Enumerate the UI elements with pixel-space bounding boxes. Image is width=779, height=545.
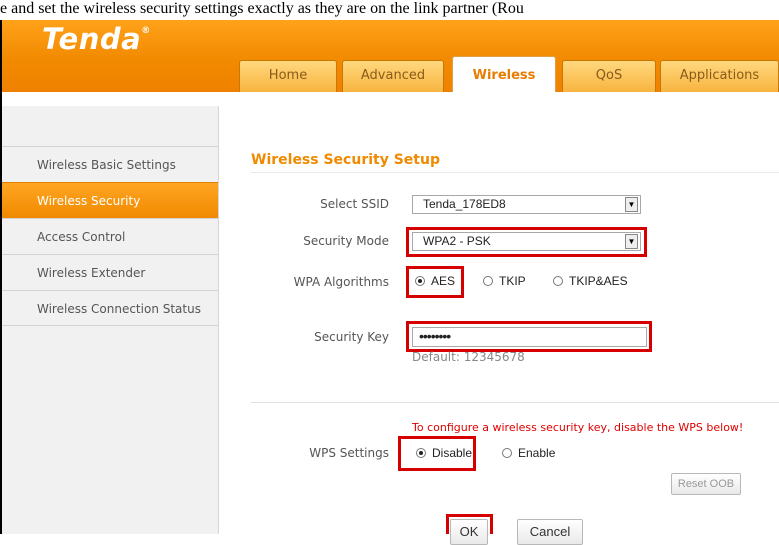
radio-wps-disable[interactable]: Disable [416, 446, 472, 460]
security-key-default: Default: 12345678 [412, 350, 525, 364]
sidebar: Wireless Basic Settings Wireless Securit… [2, 106, 219, 534]
radio-unchecked-icon [502, 448, 512, 458]
radio-tkip[interactable]: TKIP [483, 274, 526, 288]
ssid-select-value: Tenda_178ED8 [423, 197, 506, 211]
header-spacer [2, 92, 779, 106]
security-mode-value: WPA2 - PSK [423, 234, 491, 248]
dropdown-arrow-icon: ▼ [625, 234, 638, 249]
tab-wireless[interactable]: Wireless [452, 56, 556, 92]
page-title: Wireless Security Setup [251, 152, 440, 168]
radio-tkip-aes[interactable]: TKIP&AES [553, 274, 628, 288]
sidebar-item-wireless-security[interactable]: Wireless Security [2, 182, 218, 218]
document-caption: e and set the wireless security settings… [0, 0, 524, 17]
radio-wps-enable[interactable]: Enable [502, 446, 555, 460]
tab-advanced[interactable]: Advanced [342, 60, 444, 92]
radio-checked-icon [416, 448, 426, 458]
ssid-select[interactable]: Tenda_178ED8 ▼ [412, 195, 641, 214]
sidebar-item-access-control[interactable]: Access Control [2, 218, 218, 254]
section-divider [251, 402, 779, 403]
wps-settings-label: WPS Settings [309, 446, 389, 460]
tenda-logo: Tenda® [42, 22, 151, 56]
security-mode-select[interactable]: WPA2 - PSK ▼ [412, 232, 641, 251]
dropdown-arrow-icon: ▼ [625, 197, 638, 212]
select-ssid-label: Select SSID [320, 197, 389, 211]
sidebar-item-wireless-connection-status[interactable]: Wireless Connection Status [2, 290, 218, 326]
ok-button[interactable]: OK [450, 519, 488, 545]
title-divider [251, 172, 779, 173]
main-panel: Wireless Security Setup Select SSID Tend… [219, 106, 779, 545]
tab-applications[interactable]: Applications [660, 60, 779, 92]
tab-home[interactable]: Home [239, 60, 337, 92]
radio-checked-icon [415, 276, 425, 286]
wps-warning-note: To configure a wireless security key, di… [412, 421, 744, 434]
reset-oob-button[interactable]: Reset OOB [671, 473, 741, 495]
radio-unchecked-icon [483, 276, 493, 286]
router-admin-window: Tenda® Home Advanced Wireless QoS Applic… [0, 20, 779, 545]
header-bar: Tenda® Home Advanced Wireless QoS Applic… [2, 20, 779, 92]
tab-qos[interactable]: QoS [562, 60, 656, 92]
security-mode-label: Security Mode [303, 234, 389, 248]
cancel-button[interactable]: Cancel [517, 519, 583, 545]
wpa-algorithms-label: WPA Algorithms [293, 275, 389, 289]
radio-unchecked-icon [553, 276, 563, 286]
sidebar-item-wireless-extender[interactable]: Wireless Extender [2, 254, 218, 290]
radio-aes[interactable]: AES [415, 274, 455, 288]
security-key-label: Security Key [314, 330, 389, 344]
sidebar-item-wireless-basic-settings[interactable]: Wireless Basic Settings [2, 146, 218, 182]
security-key-input[interactable]: •••••••• [412, 327, 647, 347]
